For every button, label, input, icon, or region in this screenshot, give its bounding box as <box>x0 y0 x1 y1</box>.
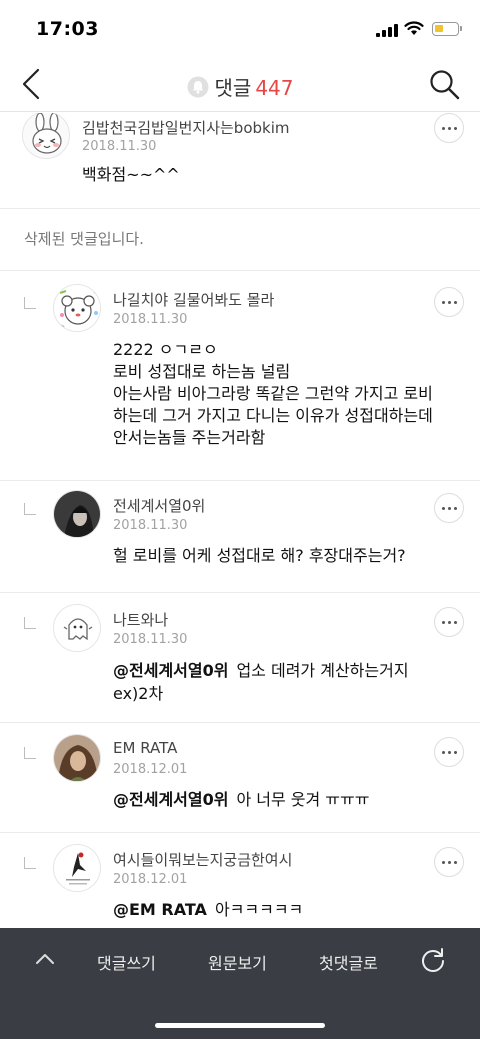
deleted-comment: 삭제된 댓글입니다. <box>0 209 480 271</box>
comment-body-line: 2222 ㅇㄱㄹㅇ <box>113 340 218 359</box>
reply-arrow-icon <box>24 617 36 629</box>
comment-date: 2018.12.01 <box>113 762 188 777</box>
comment-body: 2222 ㅇㄱㄹㅇ 로비 성접대로 하는놈 널림 아는사람 비아그라랑 똑같은 … <box>113 339 463 449</box>
comment-body: @EM RATA 아ㅋㅋㅋㅋㅋ <box>113 899 463 921</box>
mention-link[interactable]: @전세계서열0위 <box>113 790 228 809</box>
comment-nickname[interactable]: 전세계서열0위 <box>113 495 205 516</box>
header: 댓글 447 <box>0 56 480 112</box>
comment-body: @전세계서열0위 아 너무 웃겨 ㅠㅠㅠ <box>113 789 463 811</box>
comment-item: 나트와나 2018.11.30 @전세계서열0위 업소 데려가 계산하는거지 ex… <box>0 593 480 723</box>
avatar <box>53 490 101 538</box>
comment-item: 나길치야 길물어봐도 몰라 2018.11.30 2222 ㅇㄱㄹㅇ 로비 성접… <box>0 271 480 481</box>
character-avatar-icon <box>54 285 100 331</box>
bottom-toolbar: 댓글쓰기 원문보기 첫댓글로 <box>0 928 480 1039</box>
comment-body-line: 아는사람 비아그라랑 똑같은 그런약 가지고 로비 <box>113 384 433 403</box>
comment-list: 김밥천국김밥일번지사는bobkim 2018.11.30 백화점~~^^ 삭제된… <box>0 113 480 928</box>
reply-arrow-icon <box>24 297 36 309</box>
mention-link[interactable]: @전세계서열0위 <box>113 661 228 680</box>
comment-date: 2018.11.30 <box>113 518 188 533</box>
battery-icon <box>432 22 462 36</box>
comment-item: EM RATA 2018.12.01 @전세계서열0위 아 너무 웃겨 ㅠㅠㅠ <box>0 723 480 833</box>
refresh-icon[interactable] <box>420 947 446 973</box>
comment-nickname[interactable]: 나트와나 <box>113 609 168 630</box>
avatar <box>53 844 101 892</box>
portrait-avatar-icon <box>54 491 100 537</box>
comment-nickname[interactable]: 여시들이뭐보는지궁금한여시 <box>113 849 292 870</box>
ghost-avatar-icon <box>54 605 100 651</box>
wifi-icon <box>404 21 424 35</box>
comment-body-text: 아 너무 웃겨 ㅠㅠㅠ <box>236 790 370 809</box>
status-time: 17:03 <box>36 18 99 40</box>
comment-nickname[interactable]: 김밥천국김밥일번지사는bobkim <box>82 117 290 138</box>
reply-arrow-icon <box>24 857 36 869</box>
comment-item: 전세계서열0위 2018.11.30 헐 로비를 어케 성접대로 해? 후장대주… <box>0 481 480 593</box>
status-bar: 17:03 <box>0 0 480 56</box>
first-comment-button[interactable]: 첫댓글로 <box>319 950 378 974</box>
deleted-comment-text: 삭제된 댓글입니다. <box>24 230 144 248</box>
comment-item: 김밥천국김밥일번지사는bobkim 2018.11.30 백화점~~^^ <box>0 113 480 209</box>
reply-arrow-icon <box>24 747 36 759</box>
more-options-button[interactable] <box>434 737 464 767</box>
comment-body: 헐 로비를 어케 성접대로 해? 후장대주는거? <box>113 546 406 565</box>
comment-date: 2018.11.30 <box>82 139 157 154</box>
comment-body-text: 업소 데려가 계산하는거지 <box>236 661 409 680</box>
logo-avatar-icon <box>54 845 100 891</box>
comment-date: 2018.11.30 <box>113 312 188 327</box>
comment-body-line: 로비 성접대로 하는놈 널림 <box>113 362 291 381</box>
comment-date: 2018.12.01 <box>113 872 188 887</box>
avatar <box>22 113 70 159</box>
more-options-button[interactable] <box>434 493 464 523</box>
page-title: 댓글 447 <box>0 72 480 101</box>
comment-body-line: 하는데 그거 가지고 다니는 이유가 성접대하는데 <box>113 406 433 425</box>
write-comment-button[interactable]: 댓글쓰기 <box>97 950 156 974</box>
scroll-top-icon[interactable] <box>34 950 56 968</box>
avatar <box>53 734 101 782</box>
avatar <box>53 284 101 332</box>
bell-icon <box>187 76 208 98</box>
comment-item: 여시들이뭐보는지궁금한여시 2018.12.01 @EM RATA 아ㅋㅋㅋㅋㅋ <box>0 833 480 928</box>
comment-body-line: 안서는놈들 주는거라함 <box>113 428 266 447</box>
comment-nickname[interactable]: EM RATA <box>113 739 177 757</box>
comment-body: 백화점~~^^ <box>82 165 180 184</box>
comment-body-line: ex)2차 <box>113 684 164 703</box>
comment-count: 447 <box>255 76 294 100</box>
search-icon[interactable] <box>428 68 460 100</box>
rabbit-avatar-icon <box>23 113 69 158</box>
comments-label: 댓글 <box>214 76 252 100</box>
view-original-button[interactable]: 원문보기 <box>208 950 267 974</box>
comment-date: 2018.11.30 <box>113 632 188 647</box>
mention-link[interactable]: @EM RATA <box>113 900 207 919</box>
more-options-button[interactable] <box>434 607 464 637</box>
more-options-button[interactable] <box>434 287 464 317</box>
home-indicator <box>155 1023 325 1028</box>
more-options-button[interactable] <box>434 113 464 143</box>
comment-body-line: @전세계서열0위 업소 데려가 계산하는거지 <box>113 659 463 682</box>
signal-icon <box>376 24 398 37</box>
reply-arrow-icon <box>24 503 36 515</box>
photo-avatar-icon <box>54 735 100 781</box>
comment-nickname[interactable]: 나길치야 길물어봐도 몰라 <box>113 289 274 310</box>
comment-body-text: 아ㅋㅋㅋㅋㅋ <box>214 900 304 919</box>
comment-body: @전세계서열0위 업소 데려가 계산하는거지 ex)2차 <box>113 659 463 705</box>
more-options-button[interactable] <box>434 847 464 877</box>
avatar <box>53 604 101 652</box>
